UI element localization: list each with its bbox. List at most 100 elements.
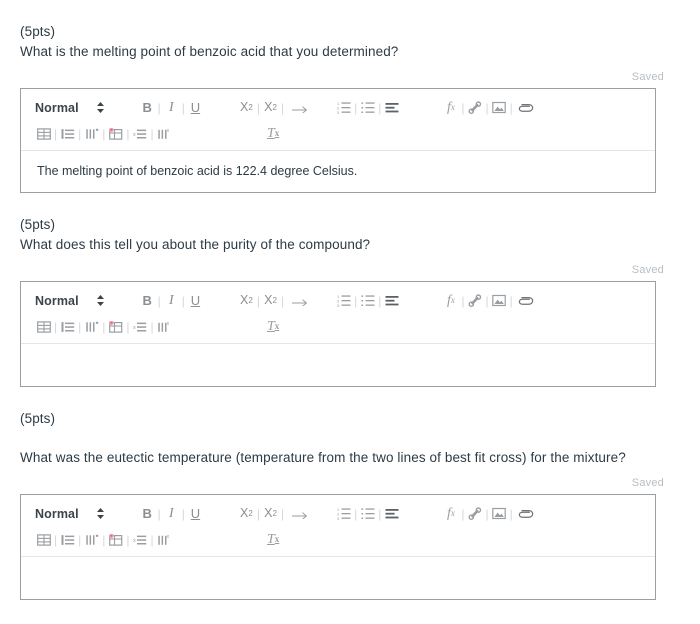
editor-toolbar: Normal B | I | U X 2 | X 2 | 1 2 3 | | f…	[21, 495, 655, 556]
toolbar-separator: |	[509, 506, 513, 521]
superscript-index: 2	[272, 102, 277, 112]
bulleted-list-icon[interactable]	[359, 291, 376, 311]
rich-content-editor[interactable]: Normal B | I | U X 2 | X 2 | 1 2 3 | | f…	[20, 281, 656, 387]
insert-column-icon[interactable]	[83, 124, 100, 144]
question-block: (5pts) What is the melting point of benz…	[20, 0, 680, 193]
toolbar-separator: |	[354, 100, 358, 115]
underline-button[interactable]: U	[187, 98, 204, 118]
delete-row-icon[interactable]: x	[132, 124, 149, 144]
question-text: What is the melting point of benzoic aci…	[20, 44, 399, 59]
numbered-list-icon[interactable]: 1 2 3	[335, 291, 352, 311]
text-format-group: B | I | U	[139, 98, 204, 118]
toolbar-separator: |	[461, 293, 465, 308]
italic-button[interactable]: I	[163, 504, 180, 524]
insert-table-icon[interactable]	[35, 124, 52, 144]
superscript-base: X	[264, 100, 273, 115]
italic-button[interactable]: I	[163, 291, 180, 311]
editor-toolbar: Normal B | I | U X 2 | X 2 | 1 2 3 | | f…	[21, 282, 655, 343]
table-group: | | | | x | x	[35, 317, 173, 337]
delete-row-icon[interactable]: x	[132, 317, 149, 337]
delete-column-icon[interactable]: x	[156, 530, 173, 550]
align-icon[interactable]	[383, 291, 400, 311]
link-icon[interactable]	[467, 504, 484, 524]
toolbar-separator: |	[378, 293, 382, 308]
delete-row-icon[interactable]: x	[132, 530, 149, 550]
insert-table-icon[interactable]	[35, 530, 52, 550]
toolbar-row-table: | | | | x | x T x	[21, 528, 655, 551]
svg-text:x: x	[167, 321, 170, 327]
italic-button[interactable]: I	[163, 98, 180, 118]
link-icon[interactable]	[467, 98, 484, 118]
rich-content-editor[interactable]: Normal B | I | U X 2 | X 2 | 1 2 3 | | f…	[20, 494, 656, 600]
subscript-base: X	[240, 506, 249, 521]
insert-row-icon[interactable]	[59, 124, 76, 144]
answer-textarea[interactable]	[21, 344, 655, 386]
numbered-list-icon[interactable]: 1 2 3	[335, 504, 352, 524]
answer-textarea[interactable]: The melting point of benzoic acid is 122…	[21, 151, 655, 192]
delete-column-icon[interactable]: x	[156, 124, 173, 144]
answer-textarea[interactable]	[21, 557, 655, 599]
align-icon[interactable]	[383, 504, 400, 524]
bold-button[interactable]: B	[139, 291, 156, 311]
insert-column-icon[interactable]	[83, 317, 100, 337]
toolbar-separator: |	[181, 293, 185, 308]
formula-button[interactable]: fx	[442, 291, 459, 311]
right-arrow-icon[interactable]	[286, 504, 309, 524]
subscript-button[interactable]: X2	[238, 291, 255, 311]
paperclip-icon[interactable]	[515, 291, 534, 311]
superscript-button[interactable]: X2	[262, 291, 279, 311]
image-icon[interactable]	[491, 291, 508, 311]
toolbar-row-primary: Normal B | I | U X 2 | X 2 | 1 2 3 | | f…	[21, 96, 655, 119]
insert-row-icon[interactable]	[59, 530, 76, 550]
toolbar-separator: |	[54, 319, 58, 334]
align-icon[interactable]	[383, 98, 400, 118]
underline-button[interactable]: U	[187, 291, 204, 311]
clear-formatting-button[interactable]: Tx	[265, 124, 282, 144]
paragraph-style-dropdown[interactable]: Normal	[35, 98, 105, 118]
table-group: | | | | x | x	[35, 124, 173, 144]
image-icon[interactable]	[491, 98, 508, 118]
insert-row-icon[interactable]	[59, 317, 76, 337]
paperclip-icon[interactable]	[515, 98, 534, 118]
bold-button[interactable]: B	[139, 98, 156, 118]
link-icon[interactable]	[467, 291, 484, 311]
subscript-button[interactable]: X2	[238, 504, 255, 524]
svg-text:x: x	[167, 128, 170, 134]
right-arrow-icon[interactable]	[286, 291, 309, 311]
numbered-list-icon[interactable]: 1 2 3	[335, 98, 352, 118]
subscript-base: X	[240, 293, 249, 308]
list-align-group: 1 2 3 | |	[335, 504, 400, 524]
delete-table-icon[interactable]	[107, 530, 124, 550]
svg-text:x: x	[167, 534, 170, 540]
rich-content-editor[interactable]: Normal B | I | U X 2 | X 2 | 1 2 3 | | f…	[20, 88, 656, 193]
paperclip-icon[interactable]	[515, 504, 534, 524]
formula-button[interactable]: fx	[442, 504, 459, 524]
status-badge: Saved	[631, 477, 664, 489]
superscript-button[interactable]: X2	[262, 98, 279, 118]
toolbar-separator: |	[150, 126, 154, 141]
paragraph-style-dropdown[interactable]: Normal	[35, 504, 105, 524]
subscript-button[interactable]: X2	[238, 98, 255, 118]
toolbar-row-table: | | | | x | x T x	[21, 122, 655, 145]
insert-column-icon[interactable]	[83, 530, 100, 550]
formula-button[interactable]: fx	[442, 98, 459, 118]
bulleted-list-icon[interactable]	[359, 504, 376, 524]
insert-table-icon[interactable]	[35, 317, 52, 337]
delete-table-icon[interactable]	[107, 124, 124, 144]
right-arrow-icon[interactable]	[286, 98, 309, 118]
list-align-group: 1 2 3 | |	[335, 98, 400, 118]
superscript-button[interactable]: X2	[262, 504, 279, 524]
bold-button[interactable]: B	[139, 504, 156, 524]
clear-formatting-button[interactable]: Tx	[265, 530, 282, 550]
delete-column-icon[interactable]: x	[156, 317, 173, 337]
svg-text:x: x	[133, 132, 136, 138]
image-icon[interactable]	[491, 504, 508, 524]
clear-formatting-button[interactable]: Tx	[265, 317, 282, 337]
bulleted-list-icon[interactable]	[359, 98, 376, 118]
delete-table-icon[interactable]	[107, 317, 124, 337]
underline-button[interactable]: U	[187, 504, 204, 524]
toolbar-separator: |	[378, 100, 382, 115]
toolbar-separator: |	[78, 319, 82, 334]
paragraph-style-dropdown[interactable]: Normal	[35, 291, 105, 311]
superscript-index: 2	[272, 295, 277, 305]
